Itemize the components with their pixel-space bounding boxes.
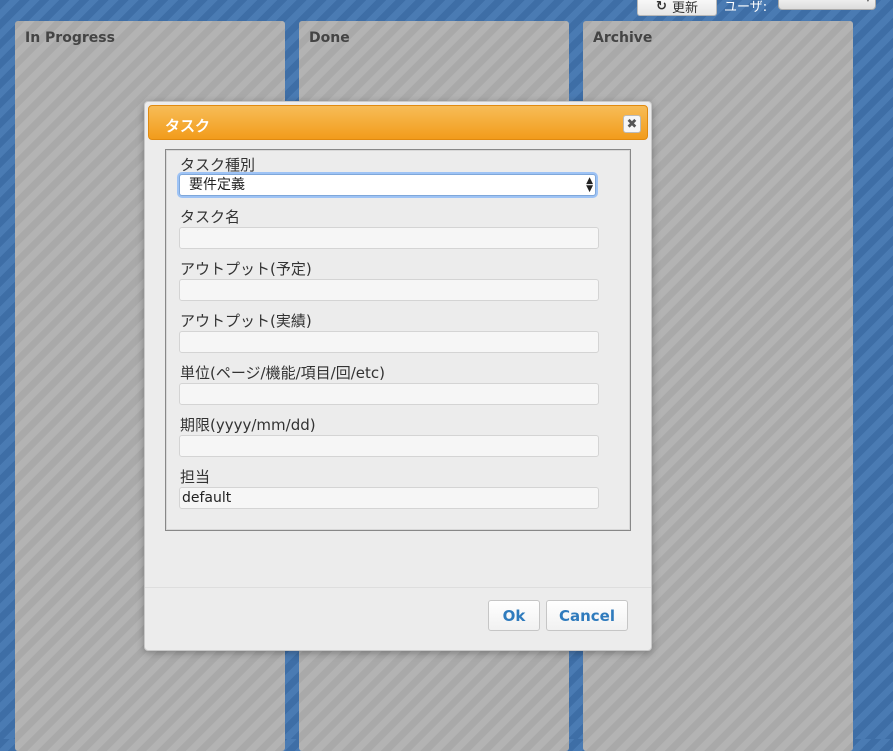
deadline-input[interactable] <box>179 435 599 457</box>
unit-input[interactable] <box>179 383 599 405</box>
task-type-value: 要件定義 <box>189 177 245 193</box>
column-title: In Progress <box>25 30 115 46</box>
task-type-label: タスク種別 <box>180 156 256 174</box>
chevron-down-icon: ▼ <box>865 0 871 3</box>
unit-label: 単位(ページ/機能/項目/回/etc) <box>180 364 385 382</box>
select-arrows-icon: ▲ ▼ <box>586 176 593 194</box>
output-planned-input[interactable] <box>179 279 599 301</box>
close-icon: ✖ <box>626 116 638 132</box>
task-dialog: タスク ✖ タスク種別 要件定義 ▲ ▼ タスク名 アウトプット(予定) アウトプ… <box>144 101 652 651</box>
refresh-icon: ↻ <box>656 0 667 14</box>
output-actual-input[interactable] <box>179 331 599 353</box>
user-select[interactable]: ▼ <box>778 0 876 10</box>
deadline-label: 期限(yyyy/mm/dd) <box>180 416 316 434</box>
dialog-title: タスク <box>165 117 211 135</box>
task-type-select[interactable]: 要件定義 ▲ ▼ <box>179 174 596 196</box>
dialog-header: タスク ✖ <box>148 105 648 140</box>
task-name-input[interactable] <box>179 227 599 249</box>
close-button[interactable]: ✖ <box>623 115 641 133</box>
refresh-label: 更新 <box>671 1 698 16</box>
column-title: Archive <box>593 30 653 46</box>
task-name-label: タスク名 <box>180 208 241 226</box>
cancel-button[interactable]: Cancel <box>546 600 628 631</box>
assignee-input[interactable]: default <box>179 487 599 509</box>
output-actual-label: アウトプット(実績) <box>180 312 312 330</box>
task-form: タスク種別 要件定義 ▲ ▼ タスク名 アウトプット(予定) アウトプット(実績)… <box>165 149 631 531</box>
output-planned-label: アウトプット(予定) <box>180 260 312 278</box>
column-title: Done <box>309 30 350 46</box>
refresh-button[interactable]: ↻ 更新 <box>637 0 717 16</box>
assignee-label: 担当 <box>180 468 211 486</box>
user-label: ユーザ: <box>724 0 768 15</box>
ok-button[interactable]: Ok <box>488 600 540 631</box>
dialog-divider <box>145 587 651 588</box>
